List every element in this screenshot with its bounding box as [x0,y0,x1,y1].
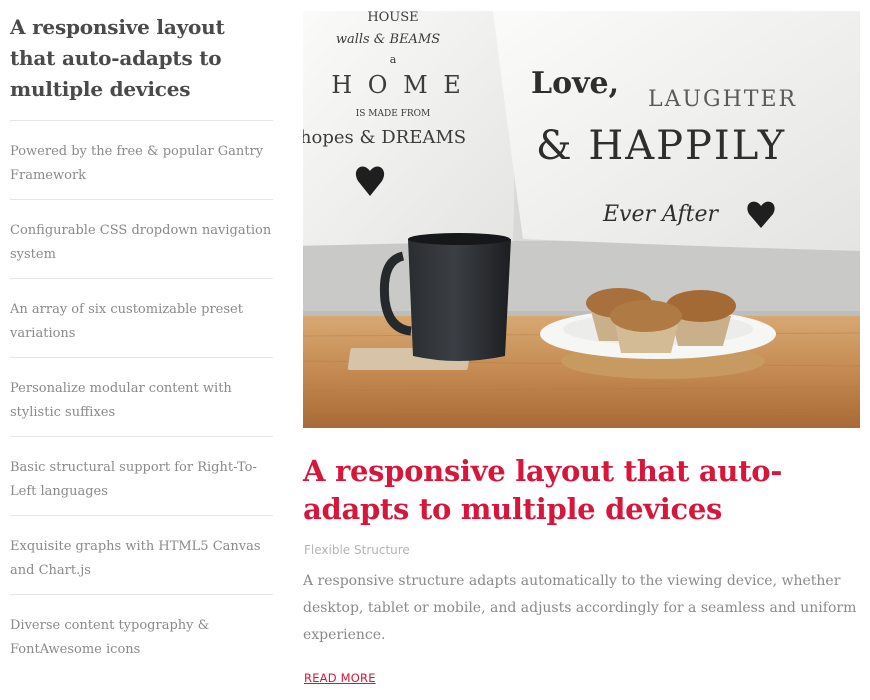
list-item-text: Configurable CSS dropdown navigation sys… [10,223,272,262]
feature-list: Powered by the free & popular Gantry Fra… [10,120,273,673]
pillow-right-line: Love, [531,66,619,101]
hero-image: HOUSE walls & BEAMS a H O M E IS MADE FR… [303,11,860,428]
list-item-text: An array of six customizable preset vari… [10,302,243,341]
pillow-left-line: walls & BEAMS [336,32,440,47]
list-item: Personalize modular content with stylist… [10,357,273,436]
pillow-right-line: Ever After [602,202,720,227]
article-title[interactable]: A responsive layout that auto-adapts to … [303,452,865,528]
list-item-text: Diverse content typography & FontAwesome… [10,618,210,657]
list-item-text: Powered by the free & popular Gantry Fra… [10,144,264,183]
list-item: Exquisite graphs with HTML5 Canvas and C… [10,515,273,594]
mug [408,239,511,361]
pillow-left-line: IS MADE FROM [356,109,431,119]
read-more-link[interactable]: READ MORE [304,671,376,685]
list-item-text: Personalize modular content with stylist… [10,381,232,420]
list-item: Basic structural support for Right-To-Le… [10,436,273,515]
list-item: Diverse content typography & FontAwesome… [10,594,273,673]
pillow-left-line: hopes & DREAMS [303,127,466,148]
pillow-right-line: & HAPPILY [536,123,786,169]
pillow-left-line: HOUSE [367,11,418,25]
list-item-text: Exquisite graphs with HTML5 Canvas and C… [10,539,261,578]
article-body: A responsive structure adapts automatica… [303,573,857,643]
pillow-left-line: H O M E [331,71,465,99]
list-item: An array of six customizable preset vari… [10,278,273,357]
pillow-right-line: LAUGHTER [648,87,797,112]
list-item: Configurable CSS dropdown navigation sys… [10,199,273,278]
sidebar-heading: A responsive layout that auto-adapts to … [10,15,225,101]
list-item-text: Basic structural support for Right-To-Le… [10,460,257,499]
article-category: Flexible Structure [304,543,410,557]
pillow-left-line: a [390,53,397,66]
list-item: Powered by the free & popular Gantry Fra… [10,120,273,199]
sidebar: A responsive layout that auto-adapts to … [10,12,273,673]
